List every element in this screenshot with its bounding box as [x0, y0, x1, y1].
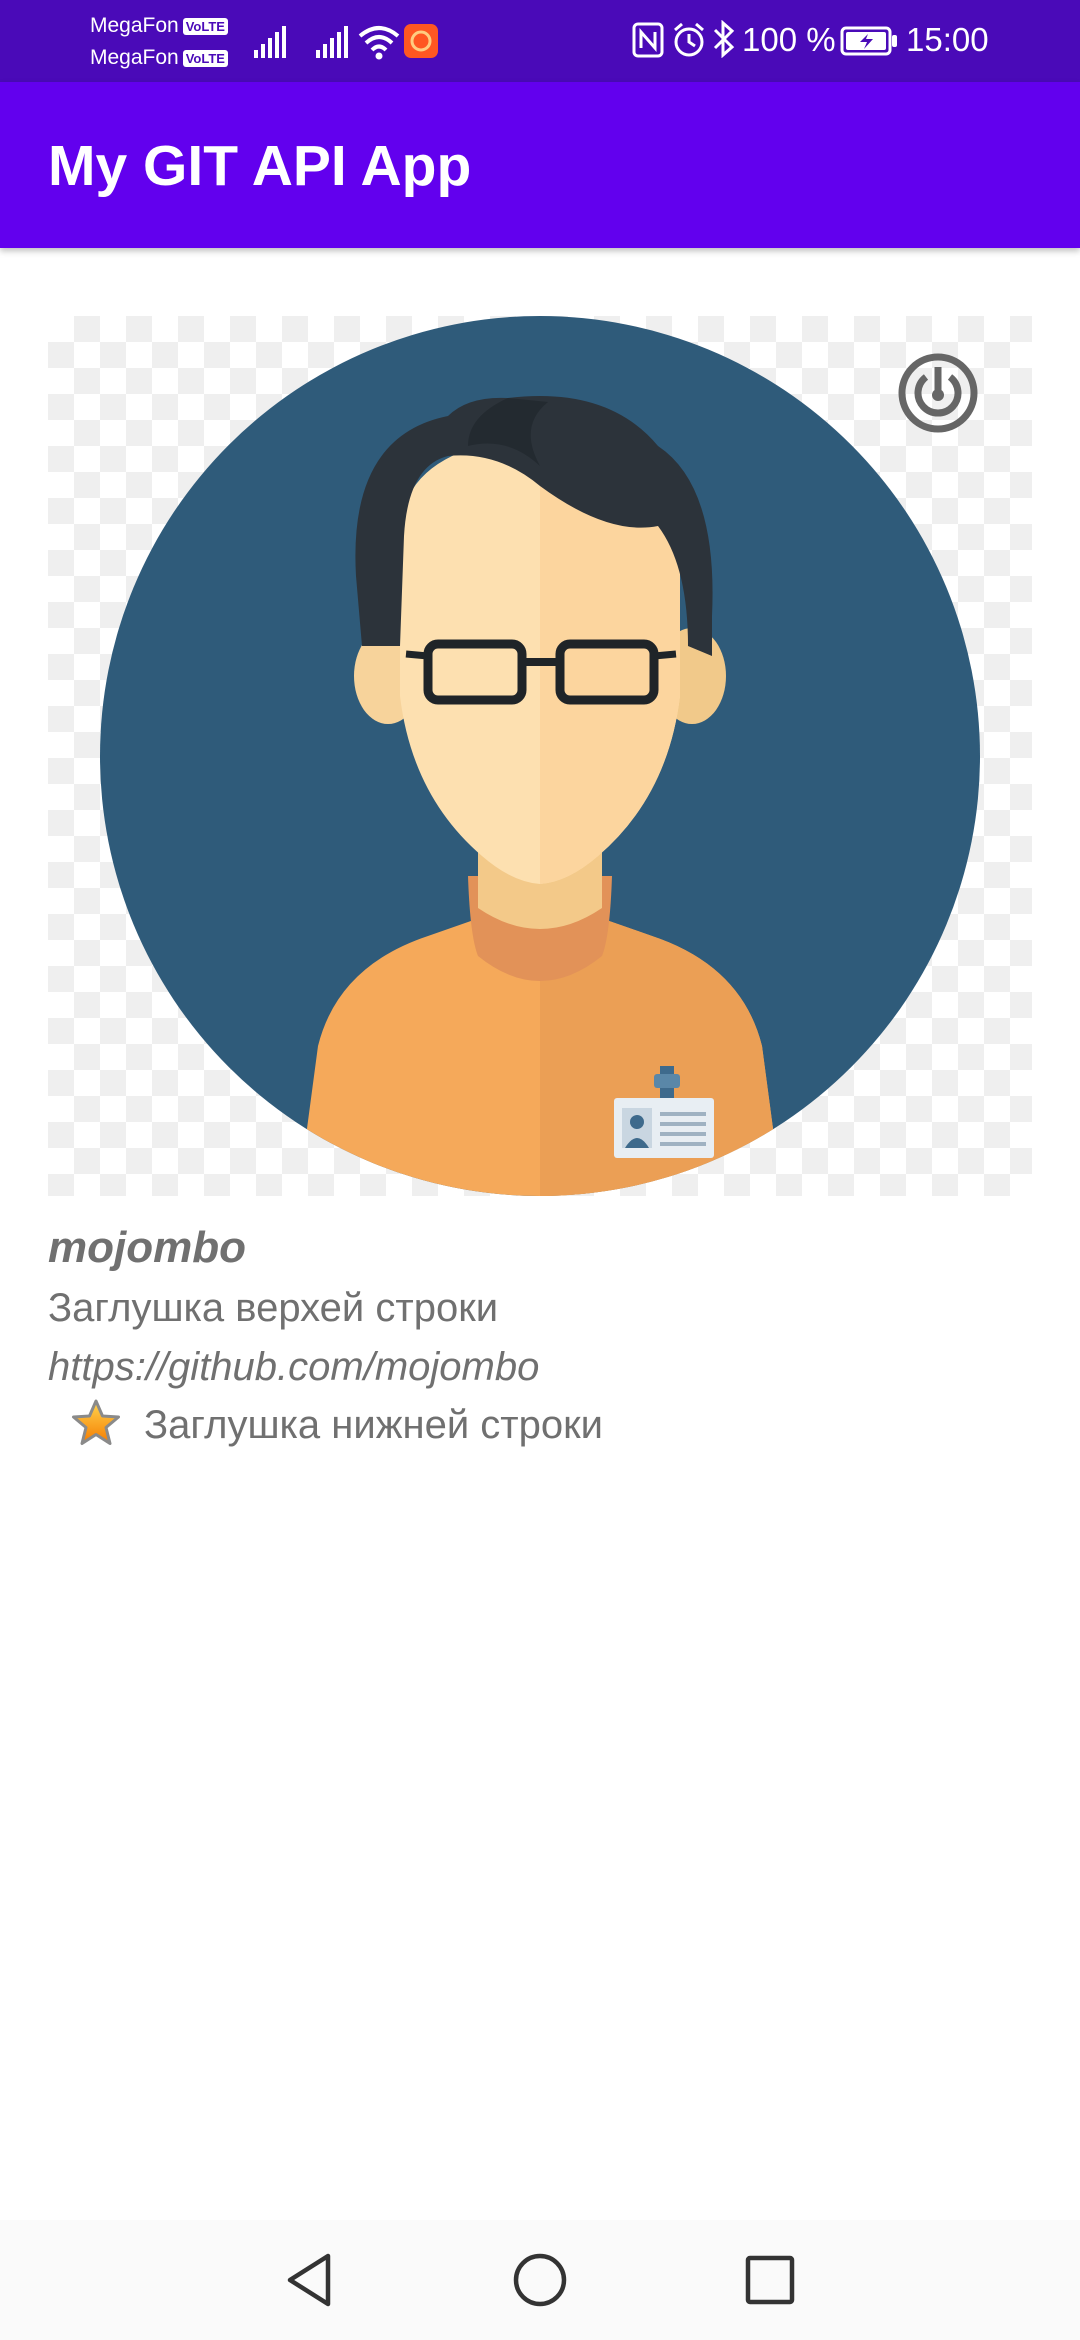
user-login: mojombo [48, 1223, 246, 1272]
signal-icon [254, 26, 286, 58]
star-icon [72, 1399, 120, 1445]
carrier-name: MegaFon [90, 46, 179, 69]
carrier-name: MegaFon [90, 14, 179, 37]
battery-charging-icon [840, 26, 897, 56]
carrier-row: MegaFon VoLTE [90, 10, 230, 42]
bluetooth-icon [713, 20, 735, 58]
recents-icon[interactable] [738, 2248, 802, 2312]
refresh-icon[interactable] [896, 351, 980, 435]
alarm-icon [674, 22, 704, 57]
user-avatar-illustration [100, 316, 980, 1196]
battery-percent: 100 % [742, 21, 836, 58]
clock: 15:00 [906, 21, 989, 58]
status-bar: MegaFon VoLTE MegaFon VoLTE 100 % 15:00 [0, 0, 1080, 82]
carrier-row: MegaFon VoLTE [90, 42, 230, 74]
app-title: My GIT API App [48, 134, 472, 198]
bottom-line-text: Заглушка нижней строки [144, 1403, 603, 1447]
top-line-text: Заглушка верхей строки [48, 1286, 499, 1330]
nfc-icon [632, 22, 664, 58]
wifi-icon [358, 26, 400, 60]
volte-badge: VoLTE [182, 49, 228, 67]
navigation-bar [0, 2220, 1080, 2340]
carrier-list: MegaFon VoLTE MegaFon VoLTE [90, 10, 230, 74]
home-icon[interactable] [508, 2248, 572, 2312]
notification-app-icon [404, 24, 438, 58]
back-icon[interactable] [278, 2248, 342, 2312]
signal-icon [316, 26, 348, 58]
volte-badge: VoLTE [182, 17, 228, 35]
app-bar: My GIT API App [0, 82, 1080, 248]
screen: MegaFon VoLTE MegaFon VoLTE 100 % 15:00 … [0, 0, 1080, 2340]
avatar-image [48, 316, 1032, 1196]
profile-url[interactable]: https://github.com/mojombo [48, 1342, 539, 1392]
